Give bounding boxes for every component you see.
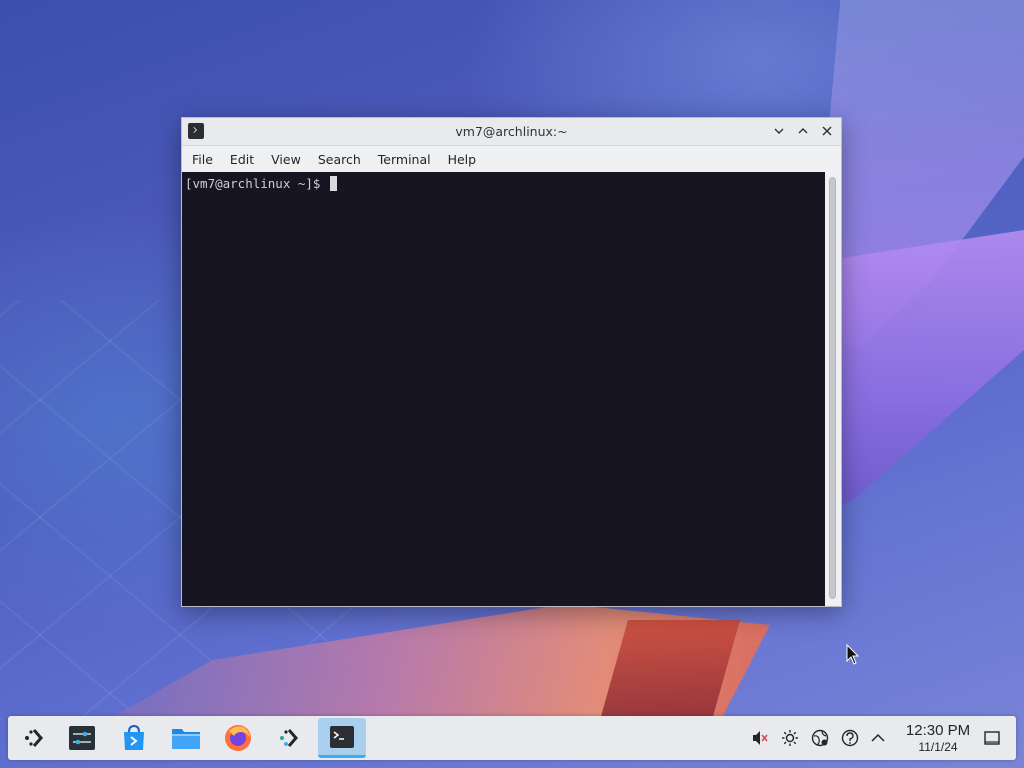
wallpaper-plane	[820, 0, 1024, 348]
terminal-window[interactable]: vm7@archlinux:~ File Edit View Search Te…	[181, 117, 842, 607]
show-desktop-button[interactable]	[982, 728, 1002, 748]
application-launcher-icon	[25, 729, 43, 747]
terminal-area[interactable]: [vm7@archlinux ~]$	[182, 172, 825, 606]
terminal-task-button[interactable]	[318, 718, 366, 758]
menu-help[interactable]: Help	[441, 149, 484, 170]
application-launcher-button[interactable]	[12, 718, 56, 758]
chevron-up-icon	[798, 128, 808, 134]
wallpaper-red-shape	[600, 620, 740, 720]
mouse-pointer-icon	[846, 644, 860, 665]
menu-file[interactable]: File	[185, 149, 220, 170]
taskbar: 12:30 PM 11/1/24	[8, 716, 1016, 760]
window-titlebar[interactable]: vm7@archlinux:~	[182, 118, 841, 146]
chevron-up-icon	[871, 733, 885, 742]
kde-connect-button[interactable]	[266, 718, 310, 758]
menu-terminal[interactable]: Terminal	[371, 149, 438, 170]
firefox-button[interactable]	[216, 718, 260, 758]
scrollbar[interactable]	[825, 172, 841, 606]
clock-date[interactable]: 11/1/24	[896, 740, 980, 754]
volume-muted-icon[interactable]	[750, 728, 770, 748]
file-manager-button[interactable]	[164, 718, 208, 758]
kde-connect-icon	[280, 729, 298, 747]
menu-search[interactable]: Search	[311, 149, 368, 170]
terminal-icon	[330, 725, 354, 748]
menu-view[interactable]: View	[264, 149, 308, 170]
discover-button[interactable]	[112, 718, 156, 758]
chevron-down-icon	[774, 128, 784, 134]
close-button[interactable]	[818, 122, 836, 140]
discover-store-icon	[124, 724, 144, 750]
brightness-icon[interactable]	[780, 728, 800, 748]
menu-edit[interactable]: Edit	[223, 149, 261, 170]
shell-prompt: [vm7@archlinux ~]$	[185, 176, 321, 191]
maximize-button[interactable]	[794, 122, 812, 140]
wallpaper-warm-band	[90, 604, 770, 730]
scrollbar-thumb[interactable]	[829, 177, 836, 599]
close-icon	[822, 126, 832, 136]
firefox-icon	[225, 725, 251, 751]
clock-time[interactable]: 12:30 PM	[896, 722, 980, 739]
system-settings-button[interactable]	[60, 718, 104, 758]
show-desktop-icon	[984, 731, 1000, 745]
text-cursor	[330, 176, 337, 191]
minimize-button[interactable]	[770, 122, 788, 140]
window-title: vm7@archlinux:~	[455, 124, 568, 139]
update-notifier-icon[interactable]	[840, 728, 860, 748]
file-manager-icon	[172, 729, 200, 749]
menu-bar: File Edit View Search Terminal Help	[182, 146, 841, 172]
network-icon[interactable]	[810, 728, 830, 748]
system-settings-icon	[69, 726, 95, 750]
show-hidden-icons-button[interactable]	[868, 728, 888, 748]
